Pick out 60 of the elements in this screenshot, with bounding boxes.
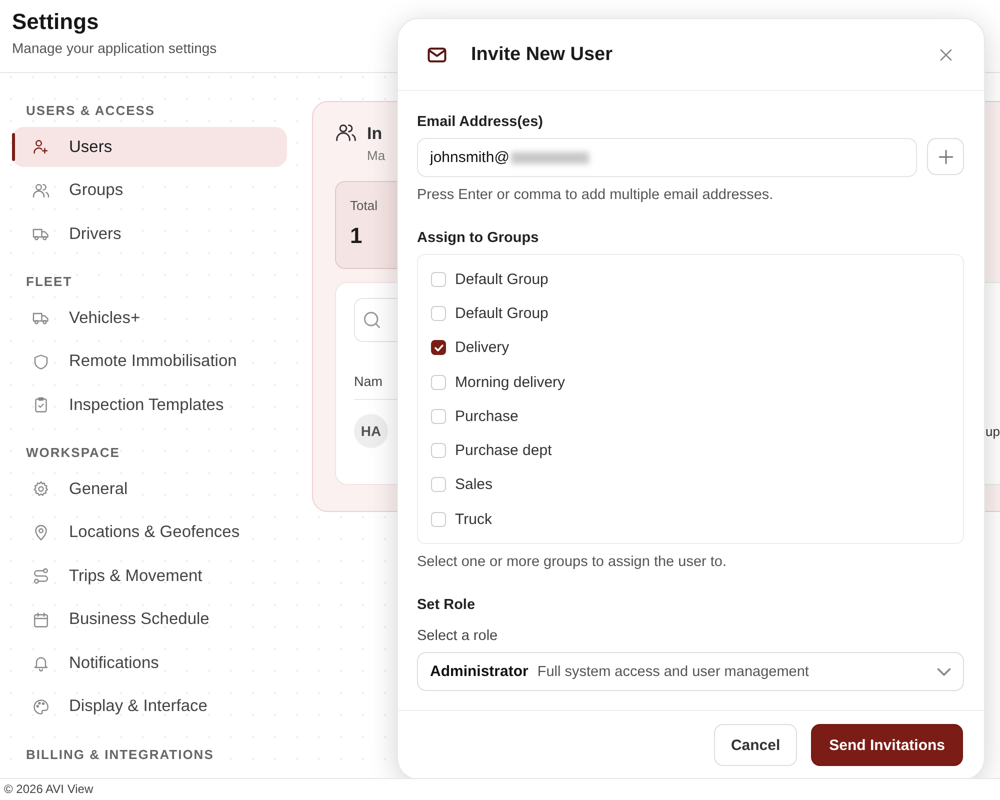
avatar: HA	[354, 414, 388, 448]
field-label: Email Address(es)	[417, 114, 544, 130]
sidebar-item[interactable]: Users	[12, 127, 287, 167]
sidebar-item[interactable]: Display & Interface	[12, 686, 287, 726]
sidebar-item[interactable]: Trips & Movement	[12, 556, 287, 596]
checkbox-label: Sales	[455, 476, 493, 494]
add-button[interactable]	[927, 138, 964, 175]
palette-icon	[32, 698, 50, 716]
section-heading: FLEET	[25, 273, 74, 291]
section-heading: USERS & ACCESS	[25, 102, 156, 120]
checkbox-label: Delivery	[455, 339, 510, 356]
checkbox[interactable]	[431, 340, 446, 356]
cancel-button[interactable]: Cancel	[714, 724, 798, 766]
bell-icon	[32, 654, 50, 672]
section-heading: Set Role	[417, 597, 476, 614]
stat-label: Total	[350, 198, 378, 213]
section-heading: WORKSPACE	[25, 444, 121, 462]
check-icon	[432, 342, 444, 354]
sidebar-item[interactable]: Notifications	[12, 643, 287, 683]
clipboard-check-icon	[32, 396, 50, 414]
sidebar-item[interactable]: Groups	[12, 170, 287, 210]
calendar-icon	[32, 610, 50, 628]
users-icon	[335, 122, 357, 144]
footer-text: © 2026 AVI View	[4, 782, 94, 796]
sidebar-item[interactable]: Remote Immobilisation	[12, 342, 287, 382]
shield-icon	[32, 352, 50, 370]
field-label: Select a role	[417, 628, 499, 644]
users-icon	[32, 182, 50, 200]
checkbox-label: Morning delivery	[455, 374, 566, 391]
gear-icon	[32, 480, 50, 498]
table-cell: up	[986, 424, 1000, 438]
hint-text: Select one or more groups to assign the user to.	[417, 554, 728, 570]
search-icon	[361, 309, 383, 331]
sidebar-item[interactable]: Inspection Templates	[12, 385, 287, 425]
checkbox-label: Purchase dept	[455, 442, 552, 460]
user-plus-icon	[32, 138, 50, 156]
dialog-title: Invite New User	[471, 44, 614, 66]
field-label: Assign to Groups	[417, 230, 540, 246]
checkbox-label: Default Group	[455, 270, 548, 288]
checkbox-label: Truck	[455, 510, 492, 528]
role-select[interactable]: Administrator Full system access and user management	[417, 652, 964, 692]
send-button[interactable]: Send Invitations	[811, 724, 963, 766]
route-icon	[32, 567, 50, 585]
card-subtitle: Ma	[367, 148, 386, 163]
stat-value: 1	[350, 223, 362, 249]
chevron-down-icon	[937, 668, 951, 676]
sidebar-item[interactable]: Vehicles+	[12, 298, 287, 338]
checkbox-label: Default Group	[455, 304, 548, 322]
card-title: In	[367, 124, 382, 144]
hint-text: Press Enter or comma to add multiple email addresses.	[417, 187, 774, 203]
checkbox-label: Purchase	[455, 408, 518, 425]
map-pin-icon	[32, 524, 50, 542]
page-subtitle: Manage your application settings	[12, 40, 217, 56]
sidebar-item[interactable]: Business Schedule	[12, 600, 287, 640]
section-heading: BILLING & INTEGRATIONS	[25, 746, 215, 764]
sidebar-item[interactable]: Locations & Geofences	[12, 512, 287, 552]
page-title: Settings	[12, 8, 99, 36]
sidebar-item[interactable]: General	[12, 469, 287, 509]
sidebar-item[interactable]: Drivers	[12, 214, 287, 254]
email-field[interactable]: johnsmith@	[417, 138, 917, 177]
